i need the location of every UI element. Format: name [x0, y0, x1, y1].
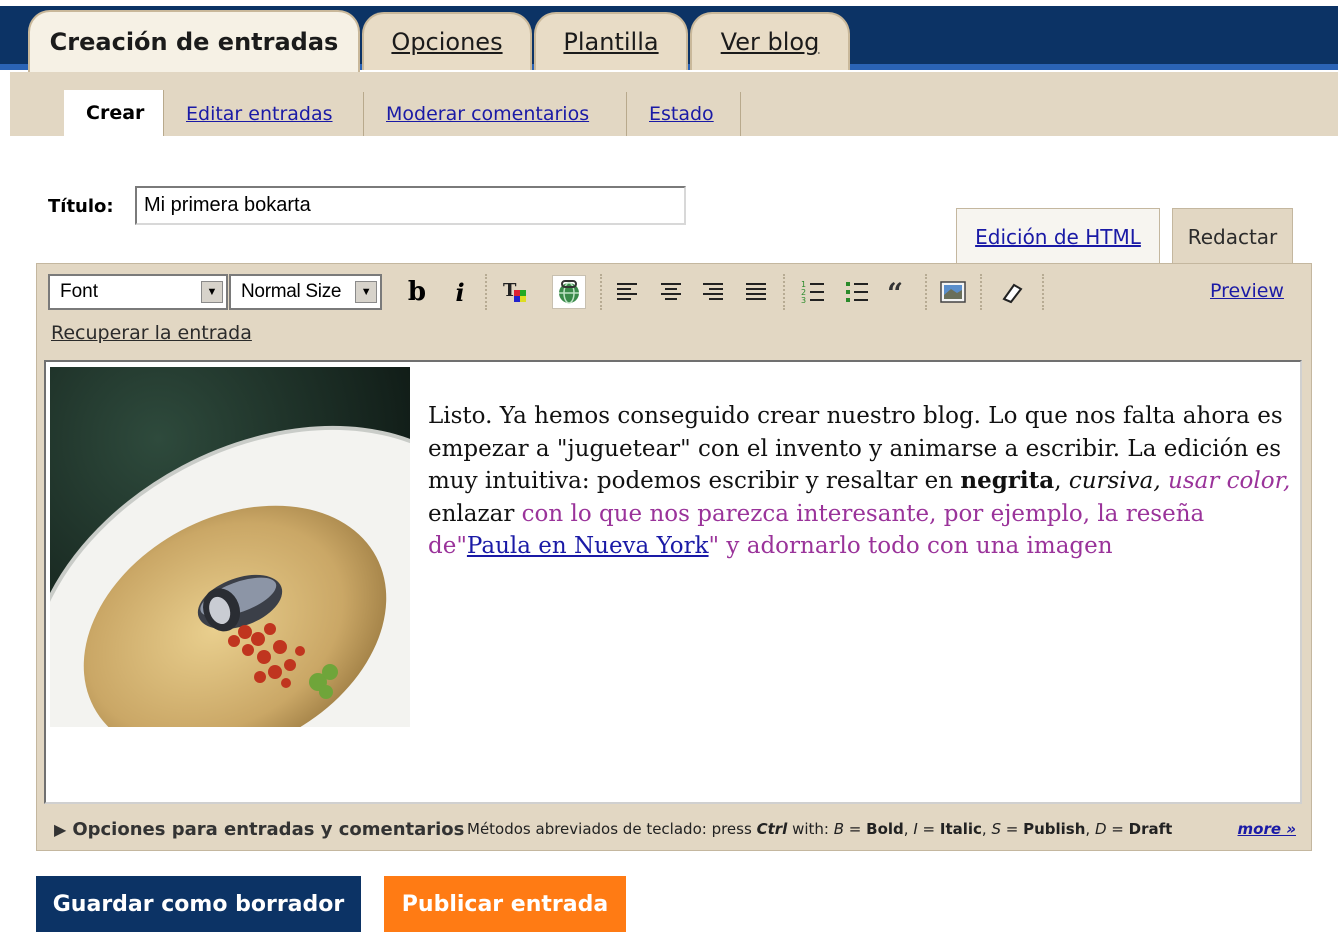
post-link-paula[interactable]: Paula en Nueva York	[467, 533, 709, 559]
tab-label: Ver blog	[720, 28, 820, 56]
post-image[interactable]	[50, 367, 410, 727]
shortcut-d-key: D	[1094, 820, 1107, 838]
shortcut-draft: Draft	[1128, 820, 1173, 838]
size-select-value: Normal Size	[241, 281, 342, 302]
bold-icon[interactable]: b	[400, 275, 434, 309]
post-text-comma: ,	[1054, 468, 1062, 494]
save-draft-button[interactable]: Guardar como borrador	[36, 876, 361, 932]
subtab-label: Moderar comentarios	[386, 103, 590, 125]
align-center-icon[interactable]	[654, 275, 688, 309]
tab-plantilla[interactable]: Plantilla	[534, 12, 688, 70]
expand-triangle-icon[interactable]: ▶	[54, 820, 66, 839]
subtab-crear[interactable]: Crear	[64, 90, 164, 136]
image-icon[interactable]	[936, 275, 970, 309]
post-text-purple-end: " y adornarlo todo con una imagen	[708, 533, 1113, 559]
toolbar-separator	[783, 274, 786, 310]
align-left-icon[interactable]	[610, 275, 644, 309]
post-options-toggle[interactable]: Opciones para entradas y comentarios	[72, 819, 464, 840]
svg-text:3: 3	[801, 296, 806, 305]
tab-compose[interactable]: Redactar	[1172, 208, 1293, 264]
shortcut-b-key: B	[833, 820, 845, 838]
shortcut-s-key: S	[991, 820, 1001, 838]
tab-label: Creación de entradas	[49, 28, 339, 56]
dropdown-arrow-icon: ▼	[201, 281, 223, 303]
tab-creacion-entradas[interactable]: Creación de entradas	[28, 10, 360, 72]
preview-label: Preview	[1210, 280, 1284, 302]
shortcut-with: with:	[792, 820, 829, 838]
soup-dish-illustration	[50, 367, 410, 727]
eraser-icon[interactable]	[994, 275, 1028, 309]
blockquote-icon[interactable]: “	[882, 275, 916, 309]
tab-compose-label: Redactar	[1187, 224, 1278, 249]
tab-label: Opciones	[391, 28, 503, 56]
more-shortcuts-link[interactable]: more »	[1238, 820, 1296, 838]
tab-html-edit[interactable]: Edición de HTML	[956, 208, 1160, 264]
recover-post-link[interactable]: Recuperar la entrada	[51, 322, 252, 344]
shortcut-publish: Publish	[1023, 820, 1086, 838]
tab-label: Plantilla	[563, 28, 659, 56]
shortcut-bold: Bold	[866, 820, 904, 838]
tab-html-edit-label: Edición de HTML	[975, 224, 1141, 249]
toolbar-separator	[1042, 274, 1045, 310]
subtab-label: Crear	[86, 102, 145, 124]
toolbar-separator	[925, 274, 928, 310]
ctrl-key: Ctrl	[756, 820, 788, 838]
tab-ver-blog[interactable]: Ver blog	[690, 12, 850, 70]
post-text-italic: cursiva,	[1068, 468, 1161, 494]
title-label: Título:	[48, 196, 114, 217]
keyboard-shortcuts-hint: Métodos abreviados de teclado: press Ctr…	[467, 820, 1173, 838]
title-input[interactable]	[135, 186, 686, 225]
subtab-moderar-comentarios[interactable]: Moderar comentarios	[364, 92, 627, 136]
post-text-colored: usar color,	[1168, 468, 1291, 494]
text-color-icon[interactable]: T	[498, 275, 532, 309]
italic-glyph: i	[455, 277, 465, 307]
post-text-plain2: enlazar	[428, 500, 515, 527]
toolbar-separator	[600, 274, 603, 310]
justify-icon[interactable]	[739, 275, 773, 309]
subtab-editar-entradas[interactable]: Editar entradas	[164, 92, 364, 136]
toolbar-separator	[980, 274, 983, 310]
shortcut-i-key: I	[913, 820, 918, 838]
toolbar-separator	[485, 274, 488, 310]
italic-icon[interactable]: i	[443, 275, 477, 309]
link-icon[interactable]	[552, 275, 586, 309]
font-select[interactable]: Font ▼	[48, 274, 228, 310]
editor-footer: ▶ Opciones para entradas y comentarios M…	[44, 812, 1306, 846]
size-select[interactable]: Normal Size ▼	[229, 274, 382, 310]
post-text-bold: negrita	[960, 467, 1055, 494]
svg-text:“: “	[887, 279, 903, 305]
preview-link[interactable]: Preview	[1210, 280, 1284, 302]
shortcut-italic: Italic	[939, 820, 982, 838]
more-label: more »	[1237, 820, 1296, 838]
align-right-icon[interactable]	[696, 275, 730, 309]
bullet-list-icon[interactable]	[840, 275, 874, 309]
font-select-value: Font	[60, 281, 99, 302]
subtab-label: Estado	[649, 103, 714, 125]
publish-button[interactable]: Publicar entrada	[384, 876, 626, 932]
tab-opciones[interactable]: Opciones	[362, 12, 532, 70]
numbered-list-icon[interactable]: 123	[796, 275, 830, 309]
sub-nav: Crear Editar entradas Moderar comentario…	[10, 72, 1338, 136]
shortcut-prefix: Métodos abreviados de teclado: press	[467, 820, 752, 838]
bold-glyph: b	[407, 277, 427, 307]
subtab-label: Editar entradas	[186, 103, 333, 125]
dropdown-arrow-icon: ▼	[355, 281, 377, 303]
post-body-text[interactable]: Listo. Ya hemos conseguido crear nuestro…	[428, 400, 1296, 563]
subtab-estado[interactable]: Estado	[627, 92, 741, 136]
